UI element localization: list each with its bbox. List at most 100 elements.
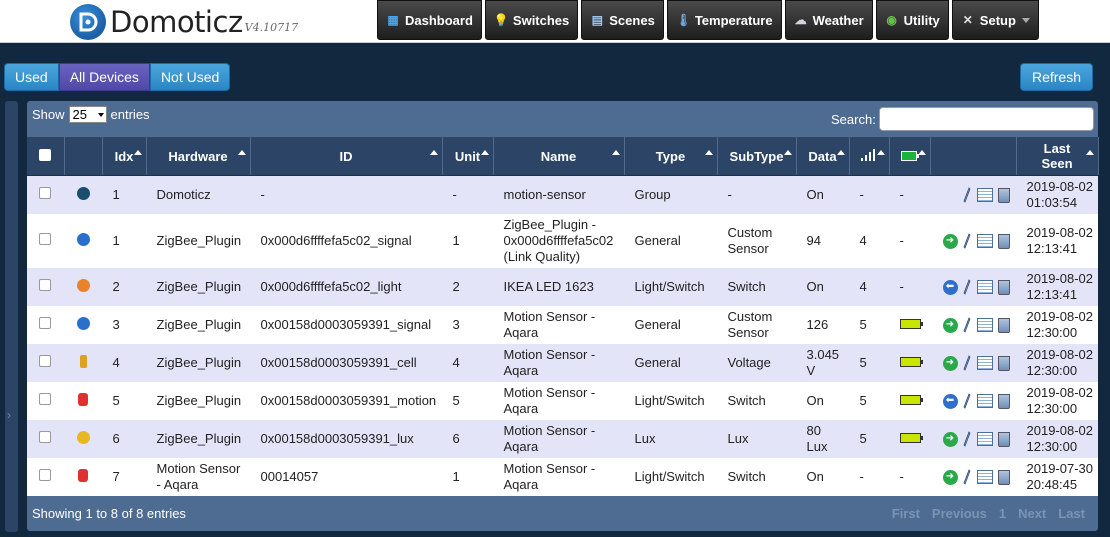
row-checkbox[interactable] [39,279,52,291]
add-device-icon[interactable]: ➜ [942,233,958,249]
row-checkbox[interactable] [39,233,52,245]
expand-arrow-icon[interactable]: › [7,408,11,422]
delete-icon[interactable] [997,393,1010,409]
header-unit[interactable]: Unit [442,137,494,176]
table-row[interactable]: 1 Domoticz - - motion-sensor Group - On - -2019-0… [27,175,1098,214]
add-device-icon[interactable]: ➜ [942,355,958,371]
globe-icon [76,316,90,330]
row-checkbox[interactable] [39,355,52,367]
nav-temperature-button[interactable]: 🌡 Temperature [666,0,782,40]
table-row[interactable]: 7 Motion Sensor - Aqara 00014057 1 Motion Se… [27,458,1098,496]
remove-device-icon[interactable]: ⬅ [942,393,958,409]
row-select-cell[interactable] [27,420,64,458]
pager-next-button[interactable]: Next [1013,504,1051,523]
edit-icon[interactable] [963,279,971,295]
delete-icon[interactable] [997,469,1010,485]
header-hardware[interactable]: Hardware [146,137,251,176]
idx-cell: 1 [102,175,146,214]
pager-first-button[interactable]: First [887,504,925,523]
row-select-cell[interactable] [27,268,64,306]
nav-weather-button[interactable]: ☁ Weather [784,0,873,40]
edit-icon[interactable] [963,317,971,333]
log-icon[interactable] [976,394,993,408]
header-name[interactable]: Name [493,137,625,176]
edit-icon[interactable] [963,187,971,203]
edit-icon[interactable] [963,469,971,485]
row-select-cell[interactable] [27,458,64,496]
edit-icon[interactable] [963,355,971,371]
nav-switches-button[interactable]: 💡 Switches [484,0,579,40]
delete-icon[interactable] [997,187,1010,203]
nav-label: Temperature [694,12,773,28]
log-icon[interactable] [976,280,993,294]
delete-icon[interactable] [997,317,1010,333]
utility-icon: ◉ [886,13,897,27]
delete-icon[interactable] [997,431,1010,447]
log-icon[interactable] [976,234,993,248]
filter-all-devices-button[interactable]: All Devices [58,63,150,91]
table-row[interactable]: 6 ZigBee_Plugin 0x00158d0003059391_lux 6 Mot… [27,420,1098,458]
collapsed-sidebar[interactable]: › [5,101,18,532]
add-device-icon[interactable]: ➜ [942,469,958,485]
row-checkbox[interactable] [39,187,52,199]
row-checkbox[interactable] [39,469,52,481]
table-row[interactable]: 2 ZigBee_Plugin 0x000d6ffffefa5c02_light 2 I… [27,268,1098,306]
row-select-cell[interactable] [27,344,64,382]
sort-icon [237,150,246,155]
row-select-cell[interactable] [27,175,64,214]
row-select-cell[interactable] [27,214,64,268]
header-type[interactable]: Type [624,137,718,176]
show-label: Show [32,107,65,122]
filter-not-used-button[interactable]: Not Used [149,63,231,91]
header-battery[interactable] [889,137,931,176]
header-name-label: Name [540,148,577,164]
row-checkbox[interactable] [39,431,52,443]
select-all-header[interactable] [27,137,65,176]
remove-device-icon[interactable]: ⬅ [942,279,958,295]
log-icon[interactable] [976,318,993,332]
signal-cell: - [849,458,889,496]
select-all-checkbox[interactable] [39,148,52,161]
nav-utility-button[interactable]: ◉ Utility [875,0,949,40]
header-data[interactable]: Data [796,137,850,176]
edit-icon[interactable] [963,233,971,249]
delete-icon[interactable] [997,279,1010,295]
entries-select[interactable]: 25 [68,106,107,123]
delete-icon[interactable] [997,355,1010,371]
log-icon[interactable] [976,470,993,484]
app-logo[interactable]: Domoticz V4.10717 [70,4,298,40]
add-device-icon[interactable]: ➜ [942,431,958,447]
table-row[interactable]: 5 ZigBee_Plugin 0x00158d0003059391_motion 5… [27,382,1098,420]
filter-used-button[interactable]: Used [4,63,59,91]
subtype-cell: Voltage [717,344,796,382]
header-idx[interactable]: Idx [102,137,147,176]
nav-dashboard-button[interactable]: ▦ Dashboard [377,0,482,40]
nav-setup-button[interactable]: ✕ Setup [951,0,1039,40]
sort-icon [704,150,713,155]
search-input[interactable] [878,107,1094,131]
table-row[interactable]: 1 ZigBee_Plugin 0x000d6ffffefa5c02_signal 1… [27,214,1098,268]
log-icon[interactable] [976,188,993,202]
delete-icon[interactable] [997,233,1010,249]
row-checkbox[interactable] [39,393,52,405]
pager-1-button[interactable]: 1 [994,504,1011,523]
log-icon[interactable] [976,356,993,370]
row-checkbox[interactable] [39,317,52,329]
header-id[interactable]: ID [250,137,443,176]
table-row[interactable]: 4 ZigBee_Plugin 0x00158d0003059391_cell 4 Mo… [27,344,1098,382]
row-select-cell[interactable] [27,382,64,420]
log-icon[interactable] [976,432,993,446]
add-device-icon[interactable]: ➜ [942,317,958,333]
nav-scenes-button[interactable]: ▤ Scenes [581,0,664,40]
refresh-button[interactable]: Refresh [1020,63,1093,91]
name-cell: Motion Sensor - Aqara [493,458,624,496]
row-select-cell[interactable] [27,306,64,344]
table-row[interactable]: 3 ZigBee_Plugin 0x00158d0003059391_signal 3… [27,306,1098,344]
pager-last-button[interactable]: Last [1053,504,1090,523]
edit-icon[interactable] [963,431,971,447]
header-last-seen[interactable]: Last Seen [1016,137,1099,176]
header-subtype[interactable]: SubType [717,137,797,176]
header-signal[interactable] [849,137,890,176]
edit-icon[interactable] [963,393,971,409]
pager-previous-button[interactable]: Previous [927,504,992,523]
